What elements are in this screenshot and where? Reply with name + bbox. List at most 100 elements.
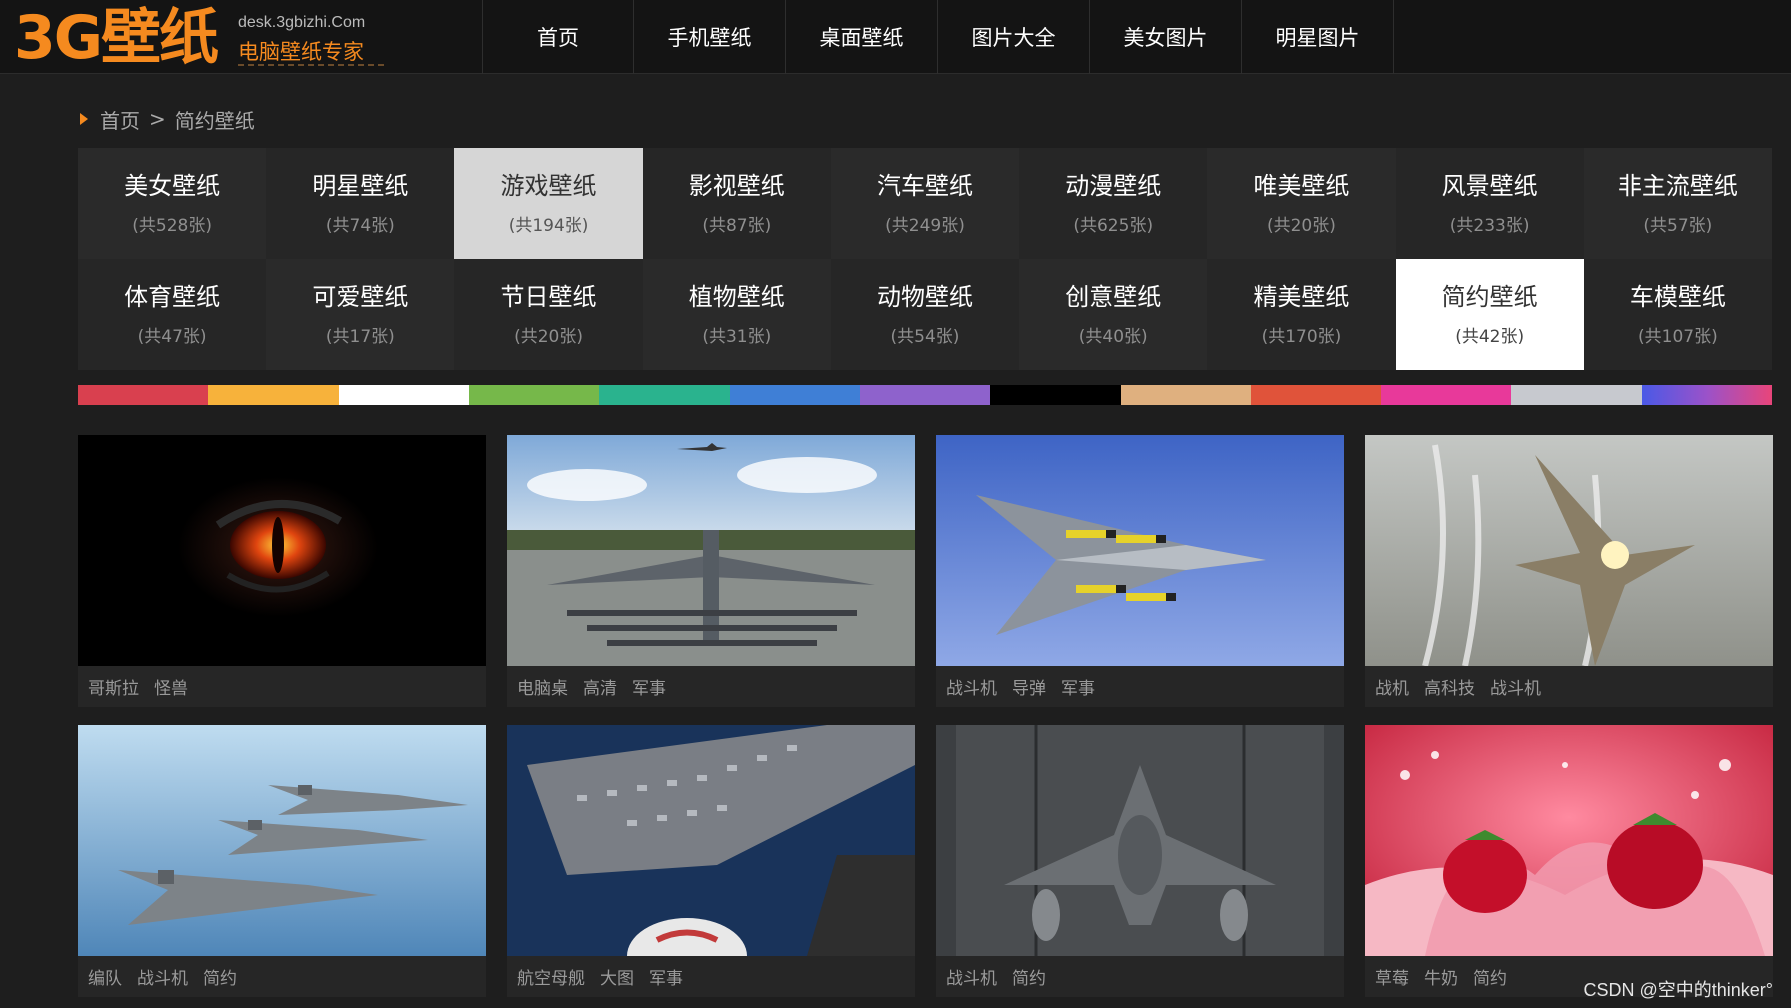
category-item[interactable]: 风景壁纸 (共233张) [1395, 148, 1584, 259]
category-item[interactable]: 车模壁纸 (共107张) [1583, 259, 1772, 370]
category-item[interactable]: 精美壁纸 (共170张) [1207, 259, 1396, 370]
wallpaper-card[interactable]: 战斗机 简约 [936, 725, 1344, 997]
color-swatch-multicolor[interactable] [1641, 385, 1773, 405]
color-swatch[interactable] [599, 385, 730, 405]
category-name: 体育壁纸 [124, 283, 221, 311]
wallpaper-tag[interactable]: 高科技 [1424, 674, 1475, 699]
wallpaper-card[interactable]: 电脑桌 高清 军事 [507, 435, 915, 707]
wallpaper-tag[interactable]: 军事 [632, 674, 666, 699]
category-name: 游戏壁纸 [500, 172, 597, 200]
wallpaper-tag[interactable]: 怪兽 [154, 674, 188, 699]
wallpaper-tags: 战斗机 简约 [936, 956, 1344, 997]
category-count: (共40张) [1078, 327, 1148, 347]
wallpaper-thumbnail[interactable] [1365, 435, 1773, 666]
category-item[interactable]: 植物壁纸 (共31张) [642, 259, 831, 370]
wallpaper-card[interactable]: 战机 高科技 战斗机 [1365, 435, 1773, 707]
category-item[interactable]: 体育壁纸 (共47张) [78, 259, 267, 370]
category-name: 节日壁纸 [500, 283, 597, 311]
color-swatch[interactable] [1511, 385, 1642, 405]
site-logo[interactable]: 3G壁纸 desk.3gbizhi.Com 电脑壁纸专家 [14, 6, 384, 70]
wallpaper-tag[interactable]: 草莓 [1375, 964, 1409, 989]
category-item[interactable]: 创意壁纸 (共40张) [1019, 259, 1208, 370]
breadcrumb-current[interactable]: 简约壁纸 [175, 105, 255, 134]
color-swatch[interactable] [1250, 385, 1382, 405]
category-item[interactable]: 动物壁纸 (共54张) [830, 259, 1020, 370]
breadcrumb-home-link[interactable]: 首页 [100, 105, 140, 134]
color-swatch[interactable] [78, 385, 209, 405]
category-count: (共57张) [1643, 216, 1713, 236]
category-item[interactable]: 游戏壁纸 (共194张) [454, 148, 643, 259]
color-swatch[interactable] [990, 385, 1121, 405]
category-item[interactable]: 唯美壁纸 (共20张) [1207, 148, 1396, 259]
wallpaper-tag[interactable]: 高清 [583, 674, 617, 699]
color-swatch[interactable] [338, 385, 469, 405]
wallpaper-tag[interactable]: 航空母舰 [517, 964, 585, 989]
wallpaper-card[interactable]: 战斗机 导弹 军事 [936, 435, 1344, 707]
category-name: 非主流壁纸 [1617, 172, 1738, 200]
wallpaper-thumbnail[interactable] [507, 725, 915, 956]
nav-item-star-images[interactable]: 明星图片 [1242, 0, 1394, 74]
wallpaper-thumbnail[interactable] [78, 725, 486, 956]
wallpaper-thumbnail[interactable] [1365, 725, 1773, 956]
color-swatch[interactable] [1381, 385, 1512, 405]
category-count: (共170张) [1261, 327, 1342, 347]
breadcrumb-separator: > [149, 107, 166, 131]
category-item[interactable]: 影视壁纸 (共87张) [642, 148, 831, 259]
category-name: 汽车壁纸 [876, 172, 973, 200]
nav-item-desktop-wallpaper[interactable]: 桌面壁纸 [786, 0, 938, 74]
category-item[interactable]: 可爱壁纸 (共17张) [266, 259, 455, 370]
wallpaper-tag[interactable]: 导弹 [1012, 674, 1046, 699]
category-name: 可爱壁纸 [312, 283, 409, 311]
color-swatch[interactable] [468, 385, 600, 405]
nav-item-phone-wallpaper[interactable]: 手机壁纸 [634, 0, 786, 74]
category-item[interactable]: 汽车壁纸 (共249张) [830, 148, 1020, 259]
wallpaper-tag[interactable]: 战机 [1375, 674, 1409, 699]
wallpaper-tag[interactable]: 大图 [600, 964, 634, 989]
wallpaper-card[interactable]: 航空母舰 大图 军事 [507, 725, 915, 997]
wallpaper-card[interactable]: 草莓 牛奶 简约 [1365, 725, 1773, 997]
category-item[interactable]: 节日壁纸 (共20张) [454, 259, 643, 370]
wallpaper-tag[interactable]: 牛奶 [1424, 964, 1458, 989]
wallpaper-card[interactable]: 编队 战斗机 简约 [78, 725, 486, 997]
color-swatch[interactable] [859, 385, 991, 405]
wallpaper-tag[interactable]: 战斗机 [946, 674, 997, 699]
category-name: 动物壁纸 [876, 283, 973, 311]
logo-slogan: 电脑壁纸专家 [238, 40, 364, 64]
color-swatch[interactable] [1120, 385, 1251, 405]
nav-item-image-collection[interactable]: 图片大全 [938, 0, 1090, 74]
wallpaper-tag[interactable]: 战斗机 [946, 964, 997, 989]
watermark: CSDN @空中的thinker° [1583, 980, 1773, 1000]
wallpaper-tag[interactable]: 战斗机 [137, 964, 188, 989]
wallpaper-card[interactable]: 哥斯拉 怪兽 [78, 435, 486, 707]
wallpaper-thumbnail[interactable] [936, 435, 1344, 666]
wallpaper-tag[interactable]: 电脑桌 [517, 674, 568, 699]
wallpaper-thumbnail[interactable] [507, 435, 915, 666]
wallpaper-thumbnail[interactable] [78, 435, 486, 666]
category-item[interactable]: 简约壁纸 (共42张) [1395, 259, 1584, 370]
wallpaper-tag[interactable]: 简约 [1012, 964, 1046, 989]
nav-item-beauty-images[interactable]: 美女图片 [1090, 0, 1242, 74]
wallpaper-tags: 战斗机 导弹 军事 [936, 666, 1344, 707]
logo-domain: desk.3gbizhi.Com [238, 14, 366, 31]
category-item[interactable]: 美女壁纸 (共528张) [78, 148, 267, 259]
category-item[interactable]: 非主流壁纸 (共57张) [1583, 148, 1772, 259]
color-swatch[interactable] [729, 385, 860, 405]
wallpaper-tags: 哥斯拉 怪兽 [78, 666, 486, 707]
wallpaper-tag[interactable]: 简约 [203, 964, 237, 989]
wallpaper-tag[interactable]: 军事 [649, 964, 683, 989]
category-item[interactable]: 明星壁纸 (共74张) [266, 148, 455, 259]
wallpaper-tag[interactable]: 军事 [1061, 674, 1095, 699]
wallpaper-thumbnail[interactable] [936, 725, 1344, 956]
category-name: 植物壁纸 [688, 283, 785, 311]
category-count: (共87张) [702, 216, 772, 236]
color-swatch[interactable] [208, 385, 339, 405]
wallpaper-tag[interactable]: 哥斯拉 [88, 674, 139, 699]
wallpaper-tags: 编队 战斗机 简约 [78, 956, 486, 997]
category-count: (共74张) [325, 216, 395, 236]
wallpaper-tag[interactable]: 战斗机 [1490, 674, 1541, 699]
wallpaper-tag[interactable]: 编队 [88, 964, 122, 989]
category-count: (共625张) [1073, 216, 1154, 236]
wallpaper-tag[interactable]: 简约 [1473, 964, 1507, 989]
category-item[interactable]: 动漫壁纸 (共625张) [1019, 148, 1208, 259]
nav-item-home[interactable]: 首页 [482, 0, 634, 74]
